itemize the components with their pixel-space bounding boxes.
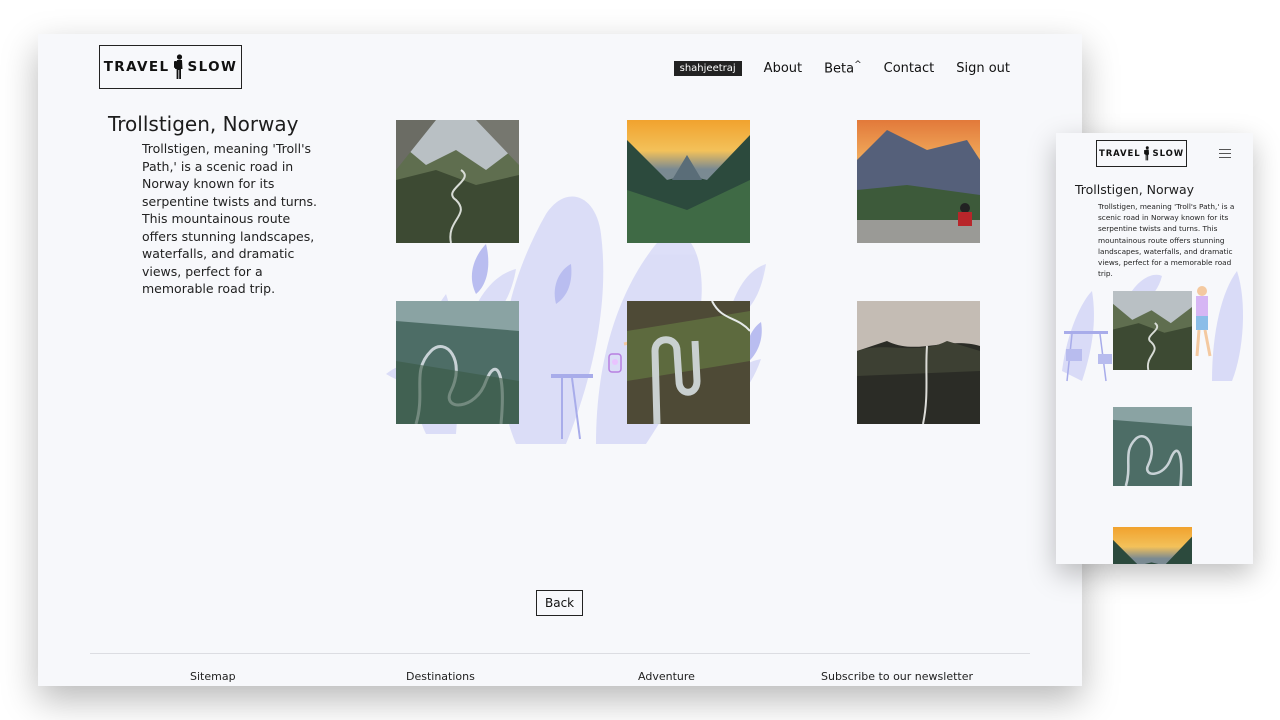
- mobile-destination-title: Trollstigen, Norway: [1075, 182, 1195, 197]
- desktop-view: TRAVEL SLOW shahjeetraj About Beta^ Cont…: [38, 34, 1082, 686]
- gallery-photo-aerial-switchback[interactable]: [627, 301, 750, 424]
- nav-link-beta[interactable]: Beta^: [824, 60, 862, 76]
- destination-description: Trollstigen, meaning 'Troll's Path,' is …: [142, 141, 317, 296]
- mobile-logo-text-slow: SLOW: [1152, 148, 1184, 159]
- gallery-photo-sunset-valley[interactable]: [627, 120, 750, 243]
- beta-superscript: ^: [854, 60, 862, 70]
- footer-link-sitemap[interactable]: Sitemap: [190, 670, 236, 683]
- logo-text-travel: TRAVEL: [103, 59, 170, 75]
- site-logo[interactable]: TRAVEL SLOW: [99, 45, 242, 89]
- nav-link-contact[interactable]: Contact: [884, 61, 935, 76]
- nav-beta-label: Beta: [824, 61, 855, 77]
- mobile-site-logo[interactable]: TRAVEL SLOW: [1096, 140, 1187, 167]
- mobile-view: TRAVEL SLOW Trollstigen, Norway Trollsti…: [1056, 133, 1253, 564]
- footer-newsletter-heading: Subscribe to our newsletter: [821, 670, 974, 683]
- mobile-traveler-icon: [1143, 146, 1150, 161]
- destination-title: Trollstigen, Norway: [108, 112, 299, 136]
- footer-link-adventure[interactable]: Adventure: [638, 670, 695, 683]
- logo-text-slow: SLOW: [187, 59, 238, 75]
- mobile-gallery-photo-valley-road[interactable]: [1113, 291, 1192, 370]
- mobile-gallery-photo-serpentine-road[interactable]: [1113, 407, 1192, 486]
- traveler-icon: [173, 54, 184, 80]
- footer-link-destinations[interactable]: Destinations: [406, 670, 475, 683]
- back-button[interactable]: Back: [536, 590, 584, 616]
- footer-divider: [90, 653, 1030, 654]
- gallery-photo-serpentine-road[interactable]: [396, 301, 519, 424]
- nav-link-about[interactable]: About: [764, 61, 802, 76]
- main-nav: shahjeetraj About Beta^ Contact Sign out: [673, 60, 1010, 76]
- mobile-logo-text-travel: TRAVEL: [1099, 148, 1141, 159]
- gallery-photo-foggy-waterfall[interactable]: [857, 301, 980, 424]
- username-badge[interactable]: shahjeetraj: [673, 60, 742, 76]
- gallery-photo-valley-road[interactable]: [396, 120, 519, 243]
- nav-link-sign-out[interactable]: Sign out: [956, 61, 1010, 76]
- hamburger-icon[interactable]: [1219, 149, 1231, 159]
- mobile-gallery-photo-sunset-valley[interactable]: [1113, 527, 1192, 564]
- gallery-photo-hiker-sunset[interactable]: [857, 120, 980, 243]
